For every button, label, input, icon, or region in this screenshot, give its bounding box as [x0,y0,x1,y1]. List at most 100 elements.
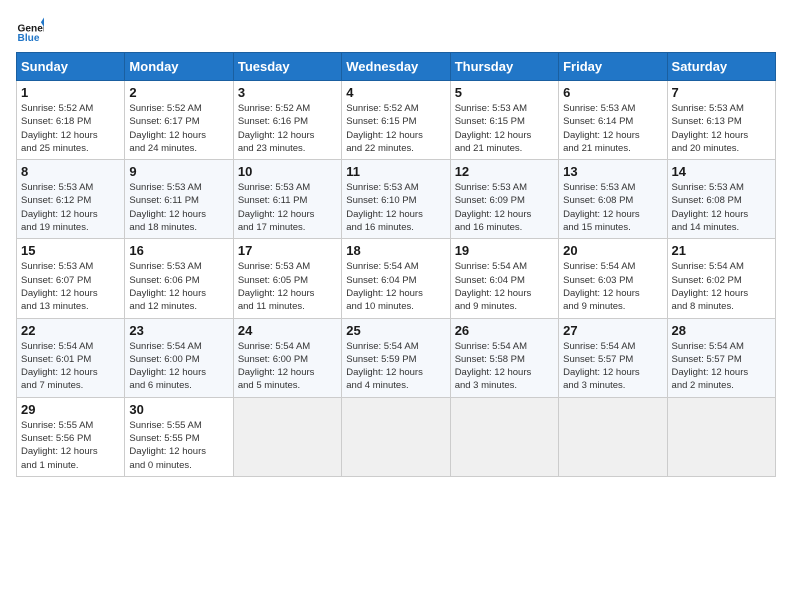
day-number: 29 [21,402,120,417]
day-number: 30 [129,402,228,417]
calendar-day-cell [559,397,667,476]
weekday-header: Friday [559,53,667,81]
calendar-table: SundayMondayTuesdayWednesdayThursdayFrid… [16,52,776,477]
day-number: 9 [129,164,228,179]
day-number: 28 [672,323,771,338]
day-number: 27 [563,323,662,338]
day-info: Sunrise: 5:54 AM Sunset: 6:00 PM Dayligh… [238,340,337,393]
day-number: 4 [346,85,445,100]
calendar-day-cell: 13 Sunrise: 5:53 AM Sunset: 6:08 PM Dayli… [559,160,667,239]
day-number: 17 [238,243,337,258]
day-info: Sunrise: 5:53 AM Sunset: 6:11 PM Dayligh… [129,181,228,234]
day-info: Sunrise: 5:52 AM Sunset: 6:17 PM Dayligh… [129,102,228,155]
day-number: 21 [672,243,771,258]
calendar-day-cell: 5 Sunrise: 5:53 AM Sunset: 6:15 PM Daylig… [450,81,558,160]
day-info: Sunrise: 5:54 AM Sunset: 5:59 PM Dayligh… [346,340,445,393]
day-number: 6 [563,85,662,100]
day-info: Sunrise: 5:53 AM Sunset: 6:11 PM Dayligh… [238,181,337,234]
calendar-day-cell: 15 Sunrise: 5:53 AM Sunset: 6:07 PM Dayli… [17,239,125,318]
day-info: Sunrise: 5:52 AM Sunset: 6:18 PM Dayligh… [21,102,120,155]
day-number: 14 [672,164,771,179]
calendar-day-cell: 24 Sunrise: 5:54 AM Sunset: 6:00 PM Dayli… [233,318,341,397]
calendar-day-cell [450,397,558,476]
day-number: 26 [455,323,554,338]
calendar-day-cell: 14 Sunrise: 5:53 AM Sunset: 6:08 PM Dayli… [667,160,775,239]
calendar-day-cell: 29 Sunrise: 5:55 AM Sunset: 5:56 PM Dayli… [17,397,125,476]
calendar-day-cell: 26Sunrise: 5:54 AM Sunset: 5:58 PM Dayli… [450,318,558,397]
calendar-day-cell: 6 Sunrise: 5:53 AM Sunset: 6:14 PM Daylig… [559,81,667,160]
logo-icon: General Blue [16,16,44,44]
svg-text:Blue: Blue [18,33,40,44]
calendar-day-cell: 18Sunrise: 5:54 AM Sunset: 6:04 PM Dayli… [342,239,450,318]
day-number: 11 [346,164,445,179]
calendar-day-cell: 10 Sunrise: 5:53 AM Sunset: 6:11 PM Dayli… [233,160,341,239]
calendar-day-cell: 27 Sunrise: 5:54 AM Sunset: 5:57 PM Dayli… [559,318,667,397]
day-info: Sunrise: 5:54 AM Sunset: 6:04 PM Dayligh… [455,260,554,313]
day-number: 16 [129,243,228,258]
day-number: 23 [129,323,228,338]
calendar-day-cell: 4 Sunrise: 5:52 AM Sunset: 6:15 PM Daylig… [342,81,450,160]
calendar-header-row: SundayMondayTuesdayWednesdayThursdayFrid… [17,53,776,81]
day-info: Sunrise: 5:55 AM Sunset: 5:56 PM Dayligh… [21,419,120,472]
day-info: Sunrise: 5:54 AM Sunset: 6:01 PM Dayligh… [21,340,120,393]
calendar-day-cell: 23 Sunrise: 5:54 AM Sunset: 6:00 PM Dayli… [125,318,233,397]
calendar-day-cell: 1 Sunrise: 5:52 AM Sunset: 6:18 PM Daylig… [17,81,125,160]
day-number: 22 [21,323,120,338]
calendar-day-cell: 7Sunrise: 5:53 AM Sunset: 6:13 PM Daylig… [667,81,775,160]
day-info: Sunrise: 5:53 AM Sunset: 6:08 PM Dayligh… [563,181,662,234]
day-info: Sunrise: 5:53 AM Sunset: 6:05 PM Dayligh… [238,260,337,313]
logo: General Blue [16,16,44,44]
day-info: Sunrise: 5:54 AM Sunset: 6:00 PM Dayligh… [129,340,228,393]
calendar-day-cell: 19 Sunrise: 5:54 AM Sunset: 6:04 PM Dayli… [450,239,558,318]
day-info: Sunrise: 5:53 AM Sunset: 6:10 PM Dayligh… [346,181,445,234]
calendar-day-cell: 22 Sunrise: 5:54 AM Sunset: 6:01 PM Dayli… [17,318,125,397]
day-number: 3 [238,85,337,100]
day-number: 13 [563,164,662,179]
day-number: 19 [455,243,554,258]
calendar-week-row: 29 Sunrise: 5:55 AM Sunset: 5:56 PM Dayli… [17,397,776,476]
day-number: 20 [563,243,662,258]
calendar-day-cell: 3Sunrise: 5:52 AM Sunset: 6:16 PM Daylig… [233,81,341,160]
day-number: 1 [21,85,120,100]
day-info: Sunrise: 5:53 AM Sunset: 6:06 PM Dayligh… [129,260,228,313]
calendar-week-row: 1 Sunrise: 5:52 AM Sunset: 6:18 PM Daylig… [17,81,776,160]
day-number: 25 [346,323,445,338]
day-info: Sunrise: 5:53 AM Sunset: 6:13 PM Dayligh… [672,102,771,155]
calendar-week-row: 15 Sunrise: 5:53 AM Sunset: 6:07 PM Dayli… [17,239,776,318]
calendar-day-cell: 20 Sunrise: 5:54 AM Sunset: 6:03 PM Dayli… [559,239,667,318]
calendar-body: 1 Sunrise: 5:52 AM Sunset: 6:18 PM Daylig… [17,81,776,477]
calendar-day-cell: 21Sunrise: 5:54 AM Sunset: 6:02 PM Dayli… [667,239,775,318]
weekday-header: Tuesday [233,53,341,81]
calendar-day-cell: 9 Sunrise: 5:53 AM Sunset: 6:11 PM Daylig… [125,160,233,239]
calendar-day-cell: 17 Sunrise: 5:53 AM Sunset: 6:05 PM Dayli… [233,239,341,318]
calendar-day-cell: 2Sunrise: 5:52 AM Sunset: 6:17 PM Daylig… [125,81,233,160]
weekday-header: Thursday [450,53,558,81]
weekday-header: Sunday [17,53,125,81]
calendar-day-cell: 30 Sunrise: 5:55 AM Sunset: 5:55 PM Dayli… [125,397,233,476]
day-info: Sunrise: 5:53 AM Sunset: 6:08 PM Dayligh… [672,181,771,234]
day-info: Sunrise: 5:54 AM Sunset: 5:57 PM Dayligh… [672,340,771,393]
day-info: Sunrise: 5:53 AM Sunset: 6:07 PM Dayligh… [21,260,120,313]
day-info: Sunrise: 5:53 AM Sunset: 6:15 PM Dayligh… [455,102,554,155]
day-info: Sunrise: 5:53 AM Sunset: 6:14 PM Dayligh… [563,102,662,155]
calendar-day-cell [342,397,450,476]
day-info: Sunrise: 5:52 AM Sunset: 6:15 PM Dayligh… [346,102,445,155]
page-header: General Blue [16,16,776,44]
calendar-day-cell: 25 Sunrise: 5:54 AM Sunset: 5:59 PM Dayli… [342,318,450,397]
day-number: 10 [238,164,337,179]
calendar-day-cell: 11 Sunrise: 5:53 AM Sunset: 6:10 PM Dayli… [342,160,450,239]
day-number: 8 [21,164,120,179]
day-number: 15 [21,243,120,258]
day-info: Sunrise: 5:55 AM Sunset: 5:55 PM Dayligh… [129,419,228,472]
weekday-header: Saturday [667,53,775,81]
calendar-day-cell: 8Sunrise: 5:53 AM Sunset: 6:12 PM Daylig… [17,160,125,239]
day-number: 24 [238,323,337,338]
day-info: Sunrise: 5:54 AM Sunset: 6:03 PM Dayligh… [563,260,662,313]
calendar-day-cell [233,397,341,476]
day-info: Sunrise: 5:54 AM Sunset: 5:57 PM Dayligh… [563,340,662,393]
day-number: 12 [455,164,554,179]
calendar-day-cell: 16 Sunrise: 5:53 AM Sunset: 6:06 PM Dayli… [125,239,233,318]
calendar-day-cell: 28 Sunrise: 5:54 AM Sunset: 5:57 PM Dayli… [667,318,775,397]
calendar-week-row: 22 Sunrise: 5:54 AM Sunset: 6:01 PM Dayli… [17,318,776,397]
day-number: 5 [455,85,554,100]
